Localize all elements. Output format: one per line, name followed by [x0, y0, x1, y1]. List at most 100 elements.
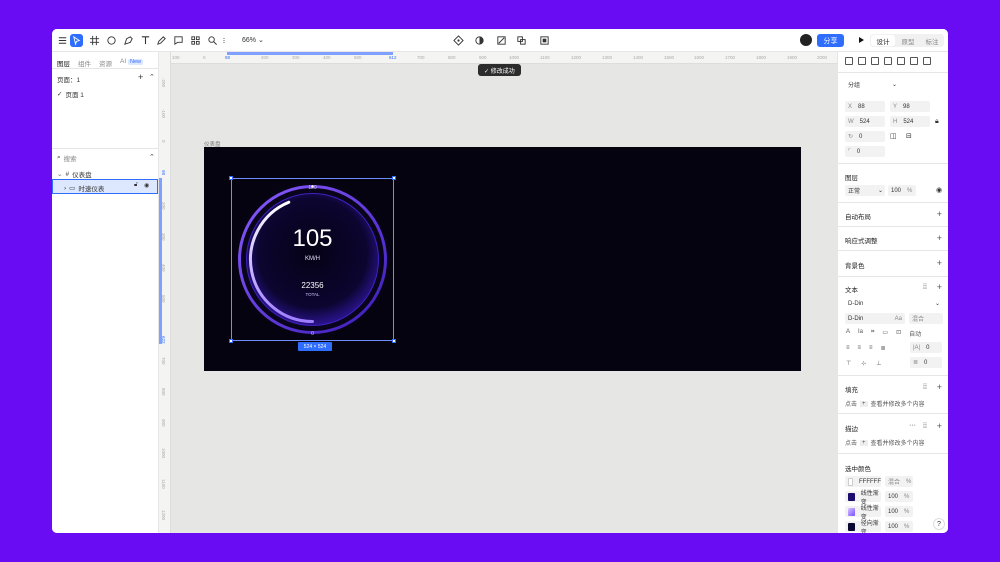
plugins-icon[interactable] — [189, 34, 201, 47]
color-row[interactable]: 线性渐变 — [845, 506, 881, 521]
resize-handle[interactable] — [229, 176, 233, 180]
color-row[interactable]: 径向渐变 — [845, 521, 881, 533]
letter-spacing-field[interactable]: |A| 0 — [910, 342, 942, 353]
page-item[interactable]: ✓ 页面 1 — [57, 89, 84, 99]
font-size-field[interactable]: 混合 — [909, 313, 943, 324]
width-field[interactable]: W 524 — [845, 116, 885, 127]
tab-ai[interactable]: AI New — [120, 58, 143, 67]
flip-horizontal-icon[interactable]: ◫ — [890, 132, 897, 140]
text-frame-icon[interactable]: ▭ — [882, 329, 888, 338]
menu-icon[interactable] — [56, 34, 68, 47]
stroke-more-icon[interactable]: ··· — [909, 422, 916, 429]
mask-icon[interactable] — [538, 34, 550, 47]
height-field[interactable]: H 524 — [890, 116, 930, 127]
text-box-icon[interactable]: ⌗ — [871, 329, 874, 338]
stroke-hint[interactable]: 点击 + 查看并修改多个内容 — [845, 438, 925, 447]
auto-size-label[interactable]: 自动 — [909, 329, 921, 338]
help-button[interactable]: ? — [933, 518, 945, 530]
blend-mode-select[interactable]: 正常 ⌄ — [845, 185, 885, 196]
text-style-icon[interactable]: ⁞⁞ — [923, 284, 927, 291]
tab-assets[interactable]: 资源 — [99, 58, 112, 68]
corner-radius-field[interactable]: ⌜ 0 — [845, 146, 885, 157]
more-icon[interactable] — [220, 34, 228, 47]
y-field[interactable]: Y 98 — [890, 101, 930, 112]
align-top-icon[interactable] — [884, 57, 892, 65]
lock-ratio-icon[interactable]: 🔒︎ — [935, 118, 939, 126]
align-text-right-icon[interactable]: ≡ — [869, 345, 873, 352]
stroke-style-icon[interactable]: ⁞⁞ — [923, 423, 927, 430]
tab-annotate[interactable]: 标注 — [920, 34, 944, 47]
fill-hint[interactable]: 点击 + 查看并修改多个内容 — [845, 399, 925, 408]
text-case-icon[interactable]: Ia — [858, 329, 863, 338]
align-text-top-icon[interactable]: ⊤ — [846, 360, 851, 367]
add-responsive-icon[interactable]: + — [937, 234, 942, 243]
boolean-icon[interactable] — [512, 34, 530, 47]
shape-tool-icon[interactable] — [105, 34, 117, 47]
search-input[interactable]: 搜索 — [64, 153, 77, 163]
user-avatar[interactable] — [800, 34, 812, 46]
paragraph-spacing-field[interactable]: ≣ 0 — [910, 357, 942, 368]
rotation-field[interactable]: ↻ 0 — [845, 131, 885, 142]
resize-handle[interactable] — [229, 339, 233, 343]
color-opacity[interactable]: 100% — [885, 506, 913, 517]
tab-design[interactable]: 设计 — [871, 35, 895, 46]
align-text-middle-icon[interactable]: ⊹ — [861, 360, 866, 367]
collapse-pages-icon[interactable]: ⌃ — [149, 73, 155, 81]
align-text-bottom-icon[interactable]: ⊥ — [876, 360, 881, 367]
align-hcenter-icon[interactable] — [858, 57, 866, 65]
canvas[interactable]: 100 0 88 200 300 400 500 612 700 800 900… — [159, 52, 837, 533]
add-background-icon[interactable]: + — [937, 259, 942, 268]
text-resize-icon[interactable]: ⊡ — [896, 329, 901, 338]
align-text-justify-icon[interactable]: ≣ — [881, 345, 886, 352]
flip-vertical-icon[interactable]: ⊟ — [906, 132, 912, 140]
eye-icon[interactable]: ◉ — [936, 186, 942, 194]
color-row[interactable]: 线性渐变 — [845, 491, 881, 506]
align-text-left-icon[interactable]: ≡ — [846, 345, 850, 352]
text-color-icon[interactable]: A — [846, 329, 850, 338]
move-tool-icon[interactable] — [70, 34, 83, 47]
text-tool-icon[interactable] — [139, 34, 151, 47]
distribute-icon[interactable] — [923, 57, 931, 65]
search-icon[interactable] — [206, 34, 218, 47]
align-vcenter-icon[interactable] — [897, 57, 905, 65]
resize-handle[interactable] — [392, 176, 396, 180]
align-bottom-icon[interactable] — [910, 57, 918, 65]
align-right-icon[interactable] — [871, 57, 879, 65]
collapse-layers-icon[interactable]: ⌃ — [149, 153, 155, 161]
add-page-icon[interactable]: + — [138, 72, 143, 82]
add-stroke-icon[interactable]: + — [937, 422, 942, 431]
align-text-center-icon[interactable]: ≡ — [858, 345, 862, 352]
lock-icon[interactable]: 🔓︎ — [134, 182, 138, 189]
fill-style-icon[interactable]: ⁞⁞ — [923, 384, 927, 391]
add-fill-icon[interactable]: + — [937, 383, 942, 392]
component-icon[interactable] — [452, 34, 464, 47]
eye-icon[interactable]: ◉ — [144, 182, 149, 189]
opacity-field[interactable]: 100% — [888, 185, 916, 196]
add-auto-layout-icon[interactable]: + — [937, 210, 942, 219]
frame-tool-icon[interactable] — [88, 34, 100, 47]
comment-tool-icon[interactable] — [172, 34, 184, 47]
play-icon[interactable] — [856, 35, 866, 45]
resize-handle[interactable] — [392, 339, 396, 343]
pen-tool-icon[interactable] — [122, 34, 134, 47]
color-opacity[interactable]: 100% — [885, 521, 913, 532]
tab-prototype[interactable]: 原型 — [896, 34, 920, 47]
color-opacity[interactable]: 100% — [885, 491, 913, 502]
share-button[interactable]: 分享 — [817, 34, 844, 47]
font-style-select[interactable]: D-Din Aa — [845, 313, 905, 324]
color-row[interactable]: FFFFFF — [845, 476, 881, 487]
crop-icon[interactable] — [495, 34, 507, 47]
group-type-select[interactable]: 分组 ⌄ — [845, 79, 900, 90]
add-text-style-icon[interactable]: + — [937, 283, 942, 292]
zoom-select[interactable]: 66% ⌄ — [242, 36, 264, 44]
tab-components[interactable]: 组件 — [78, 58, 91, 68]
font-family-select[interactable]: D-Din ⌄ — [845, 298, 943, 309]
layer-frame[interactable]: ⌄ # 仪表盘 — [57, 169, 92, 180]
layer-search[interactable]: ⌕ 搜索 — [57, 153, 77, 163]
align-left-icon[interactable] — [845, 57, 853, 65]
pencil-tool-icon[interactable] — [155, 34, 167, 47]
x-field[interactable]: X 88 — [845, 101, 885, 112]
color-opacity[interactable]: 混合% — [885, 476, 913, 487]
tab-layers[interactable]: 图层 — [57, 58, 70, 68]
contrast-icon[interactable] — [470, 34, 488, 47]
